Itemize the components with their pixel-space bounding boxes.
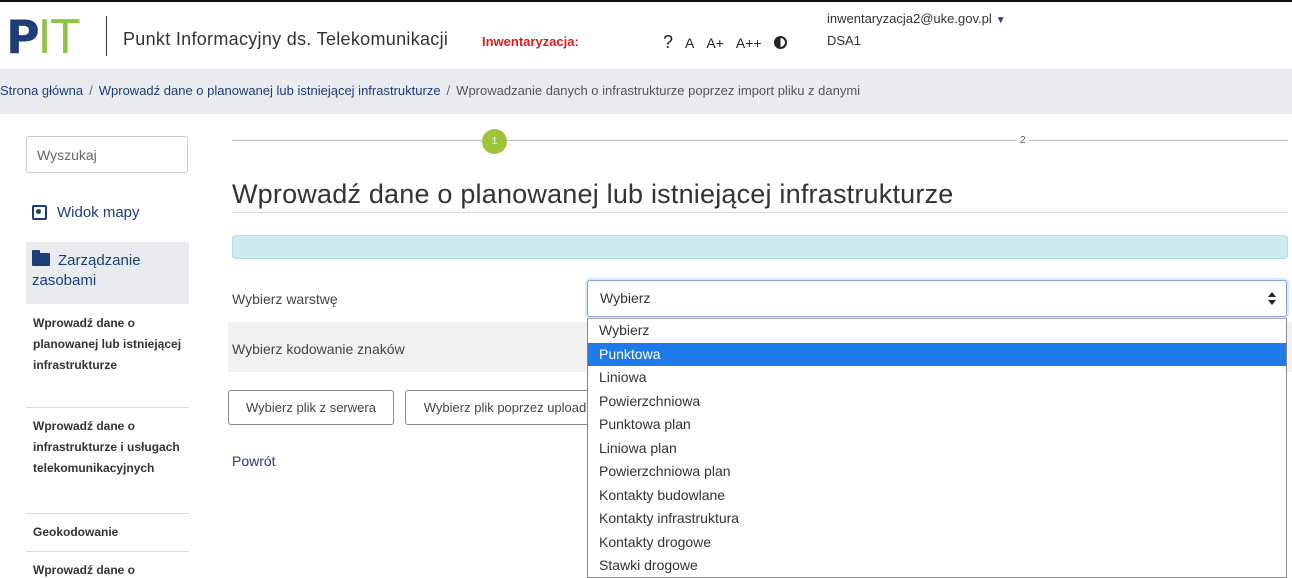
sidebar-item-label: Widok mapy (57, 203, 140, 221)
dropdown-option[interactable]: Kontakty infrastruktura (588, 507, 1286, 531)
sidebar-item-map-view[interactable]: Widok mapy (26, 192, 189, 232)
font-size-xlarge-button[interactable]: A++ (736, 35, 762, 51)
back-link[interactable]: Powrót (232, 453, 276, 469)
select-server-file-button[interactable]: Wybierz plik z serwera (228, 390, 394, 425)
step-indicator: 2 (1017, 135, 1029, 146)
title-divider (232, 212, 1288, 213)
contrast-icon[interactable] (773, 36, 787, 49)
breadcrumb: Strona główna / Wprowadź dane o planowanej… (0, 69, 1292, 114)
header-divider (106, 16, 107, 56)
pit-logo[interactable]: P IT (6, 12, 79, 62)
sidebar: Widok mapy Zarządzanie zasobami Wprowadź… (26, 114, 189, 578)
user-menu[interactable]: inwentaryzacja2@uke.gov.pl ▼ DSA1 (827, 9, 1006, 51)
dropdown-option[interactable]: Liniowa (588, 366, 1286, 390)
sidebar-subitem[interactable]: Wprowadź dane o (26, 552, 189, 578)
layer-select-dropdown: Wybierz Punktowa Liniowa Powierzchniowa … (587, 318, 1287, 578)
dropdown-option[interactable]: Kontakty drogowe (588, 531, 1286, 555)
encoding-label: Wybierz kodowanie znaków (232, 341, 405, 357)
sidebar-subitem[interactable]: Wprowadź dane o planowanej lub istniejąc… (26, 310, 189, 408)
breadcrumb-separator: / (89, 83, 93, 98)
select-arrows-icon (1268, 292, 1276, 306)
layer-select-value: Wybierz (600, 290, 651, 306)
layer-select[interactable]: Wybierz (587, 280, 1287, 317)
breadcrumb-current: Wprowadzanie danych o infrastrukturze po… (456, 83, 861, 98)
map-icon (32, 204, 47, 220)
caret-down-icon: ▼ (995, 15, 1006, 26)
dropdown-option-highlighted[interactable]: Punktowa (588, 342, 1286, 366)
help-button[interactable]: ? (663, 32, 673, 53)
layer-label: Wybierz warstwę (232, 291, 338, 307)
user-org: DSA1 (827, 33, 861, 48)
dropdown-option[interactable]: Stawki drogowe (588, 554, 1286, 577)
breadcrumb-separator: / (446, 83, 451, 98)
font-size-normal-button[interactable]: A (685, 35, 694, 51)
logo-it: IT (37, 10, 80, 64)
dropdown-option[interactable]: Powierzchniowa (588, 390, 1286, 414)
app-title: Punkt Informacyjny ds. Telekomunikacji (123, 29, 449, 49)
dropdown-option[interactable]: Punktowa plan (588, 413, 1286, 437)
sidebar-subitem[interactable]: Geokodowanie (26, 514, 189, 552)
font-size-large-button[interactable]: A+ (706, 35, 724, 51)
step-indicator-active: 1 (482, 129, 507, 154)
stepper-line (232, 140, 1288, 141)
page-title: Wprowadź dane o planowanej lub istniejąc… (232, 179, 954, 209)
folder-icon (32, 250, 50, 266)
sidebar-subitem[interactable]: Wprowadź dane o infrastrukturze i usługa… (26, 408, 189, 514)
module-badge: Inwentaryzacja: (482, 34, 579, 49)
dropdown-option[interactable]: Liniowa plan (588, 437, 1286, 461)
sidebar-item-resources[interactable]: Zarządzanie zasobami (26, 242, 189, 304)
accessibility-toolbar: ? A A+ A++ (663, 32, 787, 53)
breadcrumb-infrastructure[interactable]: Wprowadź dane o planowanej lub istniejąc… (99, 83, 441, 98)
dropdown-option[interactable]: Powierzchniowa plan (588, 460, 1286, 484)
logo-p: P (6, 10, 40, 64)
info-alert (232, 235, 1288, 259)
search-input[interactable] (26, 136, 188, 173)
breadcrumb-home[interactable]: Strona główna (0, 83, 83, 98)
sidebar-submenu: Wprowadź dane o planowanej lub istniejąc… (26, 310, 189, 578)
breadcrumb-trail: Strona główna / Wprowadź dane o planowanej… (0, 83, 860, 98)
dropdown-option[interactable]: Wybierz (588, 319, 1286, 343)
app-header: P IT Punkt Informacyjny ds. Telekomunikac… (0, 0, 1292, 69)
user-email: inwentaryzacja2@uke.gov.pl (827, 11, 992, 26)
upload-file-button[interactable]: Wybierz plik poprzez upload (405, 390, 605, 425)
dropdown-option[interactable]: Kontakty budowlane (588, 484, 1286, 508)
